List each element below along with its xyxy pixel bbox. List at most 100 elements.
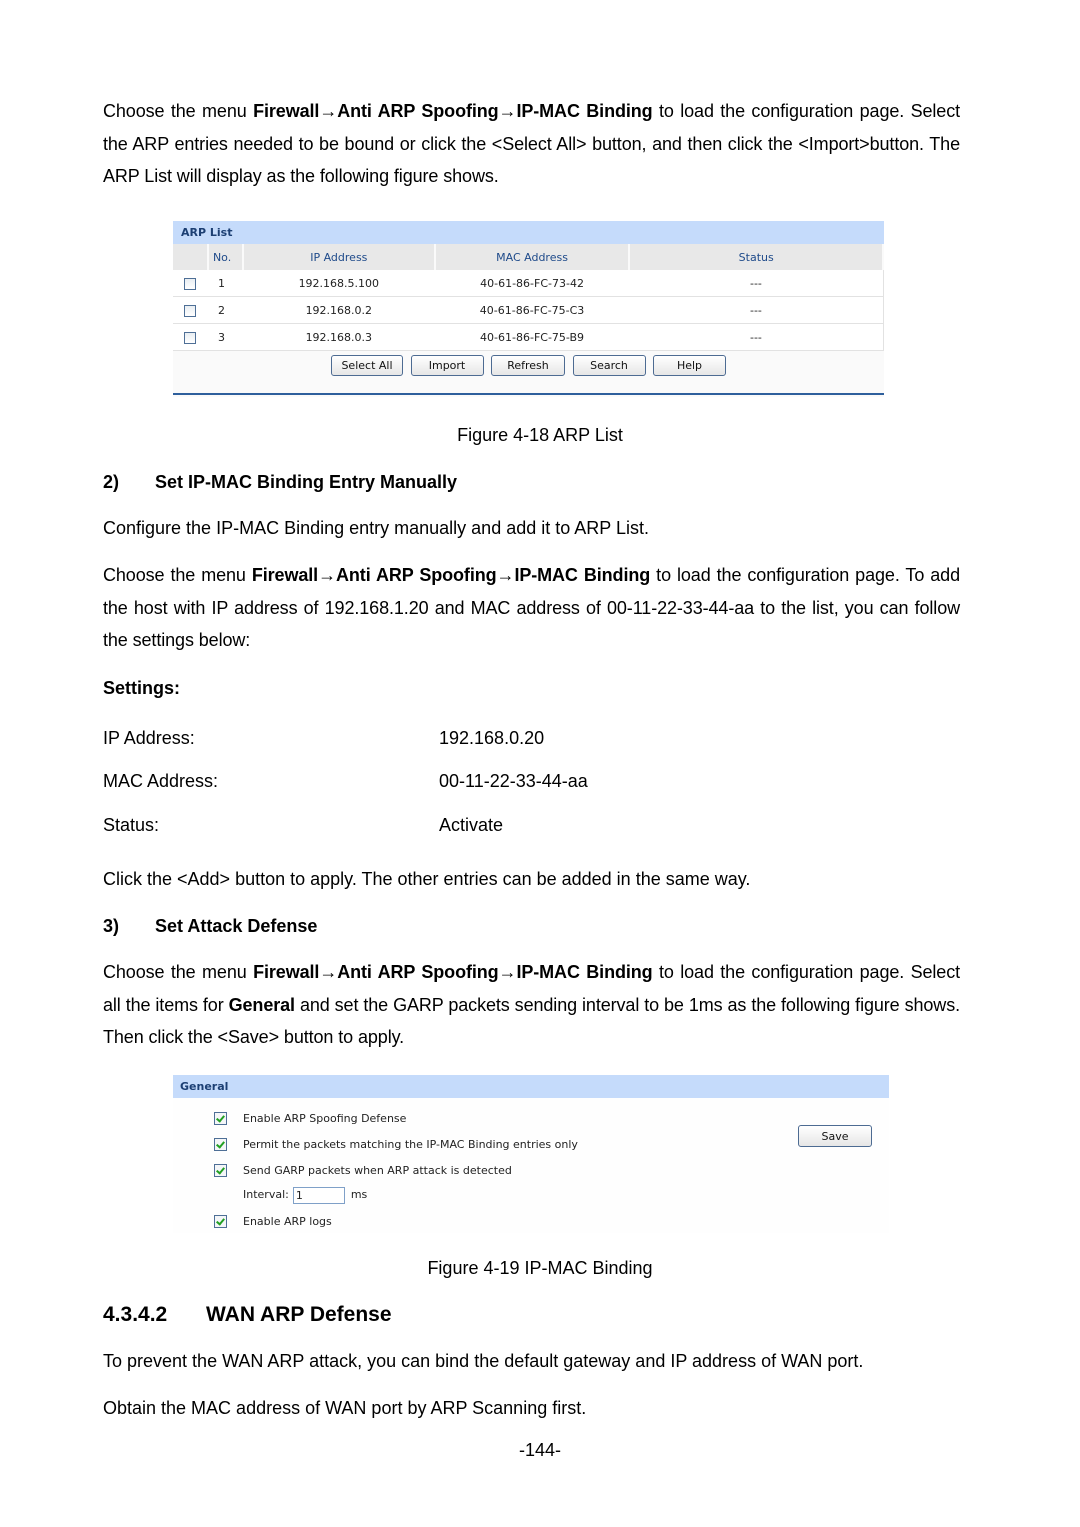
row-ip: 192.168.0.3 [242, 323, 435, 351]
intro-paragraph: Choose the menu Firewall→Anti ARP Spoofi… [103, 95, 960, 193]
menu-arrow: → [498, 101, 517, 121]
row-status: --- [629, 296, 884, 324]
menu-arrow: → [498, 962, 517, 982]
interval-input[interactable]: 1 [292, 1186, 345, 1204]
section-2-number: 2) [103, 472, 120, 492]
col-header-ip: IP Address [242, 244, 436, 270]
menu-anti-arp: Anti ARP Spoofing [337, 101, 499, 121]
option-send-garp[interactable]: Send GARP packets when ARP attack is det… [214, 1163, 512, 1179]
row-select-cell [173, 323, 208, 351]
section-3-number: 3) [103, 916, 120, 936]
row-mac: 40-61-86-FC-75-B9 [434, 323, 630, 351]
row-checkbox[interactable] [184, 277, 197, 290]
table-header-row: No. IP Address MAC Address Status [173, 244, 884, 270]
select-all-button[interactable]: Select All [331, 355, 403, 376]
general-panel-title: General [173, 1075, 889, 1098]
arp-button-row: Select All Import Refresh Search Help [173, 355, 884, 376]
section-2-after: Click the <Add> button to apply. The oth… [103, 869, 751, 889]
option-label: Send GARP packets when ARP attack is det… [243, 1164, 512, 1177]
col-header-select [173, 244, 209, 270]
checkbox-checked-icon[interactable] [214, 1214, 227, 1228]
setting-ip-label: IP Address: [103, 728, 195, 748]
option-enable-arp-spoofing-defense[interactable]: Enable ARP Spoofing Defense [214, 1111, 406, 1127]
setting-ip-value: 192.168.0.20 [439, 728, 545, 748]
interval-label: Interval: [243, 1188, 289, 1201]
row-select-cell [173, 270, 208, 297]
table-row: 3 192.168.0.3 40-61-86-FC-75-B9 --- [173, 323, 884, 351]
table-row: 2 192.168.0.2 40-61-86-FC-75-C3 --- [173, 296, 884, 324]
intro-prefix: Choose the menu [103, 101, 254, 121]
section-2-paragraph: Choose the menu Firewall→Anti ARP Spoofi… [103, 559, 960, 657]
table-row: 1 192.168.5.100 40-61-86-FC-73-42 --- [173, 270, 884, 297]
figure-18-caption: Figure 4-18 ARP List [457, 425, 623, 445]
col-header-no: No. [207, 244, 244, 270]
para-prefix: Choose the menu [103, 565, 252, 585]
menu-ip-mac: IP-MAC Binding [516, 962, 653, 982]
setting-status-label: Status: [103, 815, 160, 835]
row-mac: 40-61-86-FC-73-42 [434, 270, 630, 297]
row-checkbox[interactable] [184, 331, 197, 344]
import-button[interactable]: Import [410, 355, 484, 376]
interval-unit: ms [350, 1188, 368, 1201]
menu-arrow: → [318, 565, 336, 585]
option-label: Permit the packets matching the IP-MAC B… [243, 1138, 578, 1151]
arp-list-title: ARP List [173, 221, 884, 244]
row-status: --- [629, 270, 884, 297]
wan-paragraph-1: To prevent the WAN ARP attack, you can b… [103, 1351, 864, 1371]
menu-arrow: → [496, 565, 515, 585]
menu-ip-mac: IP-MAC Binding [514, 565, 651, 585]
section-3-heading: 3) Set Attack Defense [103, 916, 317, 937]
setting-mac-value: 00-11-22-33-44-aa [439, 771, 588, 791]
option-enable-arp-logs[interactable]: Enable ARP logs [214, 1214, 332, 1230]
figure-19-caption: Figure 4-19 IP-MAC Binding [427, 1258, 653, 1278]
search-button[interactable]: Search [572, 355, 646, 376]
row-status: --- [629, 323, 884, 351]
general-bold: General [228, 994, 295, 1015]
row-mac: 40-61-86-FC-75-C3 [434, 296, 630, 324]
arp-list-table: No. IP Address MAC Address Status 1 192.… [173, 244, 884, 351]
save-button[interactable]: Save [798, 1125, 872, 1147]
menu-firewall: Firewall [253, 101, 320, 121]
para-prefix: Choose the menu [103, 962, 254, 982]
wan-section-number: 4.3.4.2 [103, 1303, 168, 1326]
setting-mac-label: MAC Address: [103, 771, 219, 791]
checkbox-checked-icon[interactable] [214, 1111, 227, 1125]
menu-arrow: → [319, 101, 338, 121]
section-2-title: Set IP-MAC Binding Entry Manually [155, 472, 458, 492]
refresh-button[interactable]: Refresh [491, 355, 565, 376]
menu-anti-arp: Anti ARP Spoofing [337, 962, 499, 982]
setting-status-value: Activate [439, 815, 504, 835]
menu-firewall: Firewall [251, 565, 319, 585]
page-number: -144- [518, 1440, 562, 1460]
settings-label: Settings: [103, 678, 181, 698]
section-2-heading: 2) Set IP-MAC Binding Entry Manually [103, 472, 457, 493]
section-2-desc: Configure the IP-MAC Binding entry manua… [103, 518, 649, 538]
row-select-cell [173, 296, 208, 324]
checkbox-checked-icon[interactable] [214, 1137, 227, 1151]
section-3-title: Set Attack Defense [155, 916, 318, 936]
row-no: 3 [207, 323, 243, 351]
option-label: Enable ARP Spoofing Defense [243, 1112, 407, 1125]
wan-paragraph-2: Obtain the MAC address of WAN port by AR… [103, 1398, 587, 1418]
help-button[interactable]: Help [653, 355, 726, 376]
row-ip: 192.168.5.100 [242, 270, 435, 297]
wan-section-title: WAN ARP Defense [206, 1303, 392, 1326]
section-3-paragraph: Choose the menu Firewall→Anti ARP Spoofi… [103, 956, 960, 1054]
wan-section-heading: 4.3.4.2 WAN ARP Defense [103, 1303, 392, 1327]
row-checkbox[interactable] [184, 304, 197, 317]
row-no: 2 [207, 296, 243, 324]
col-header-mac: MAC Address [434, 244, 631, 270]
menu-ip-mac: IP-MAC Binding [516, 101, 653, 121]
general-panel: General Enable ARP Spoofing Defense Perm… [173, 1075, 889, 1233]
interval-row: Interval: 1 ms [243, 1186, 367, 1204]
row-no: 1 [207, 270, 243, 297]
col-header-status: Status [629, 244, 884, 270]
option-permit-ip-mac-only[interactable]: Permit the packets matching the IP-MAC B… [214, 1137, 578, 1153]
menu-arrow: → [319, 962, 338, 982]
row-ip: 192.168.0.2 [242, 296, 435, 324]
option-label: Enable ARP logs [243, 1215, 332, 1228]
menu-firewall: Firewall [253, 962, 320, 982]
panel-bottom-divider [173, 393, 884, 395]
menu-anti-arp: Anti ARP Spoofing [336, 565, 497, 585]
checkbox-checked-icon[interactable] [214, 1163, 227, 1177]
